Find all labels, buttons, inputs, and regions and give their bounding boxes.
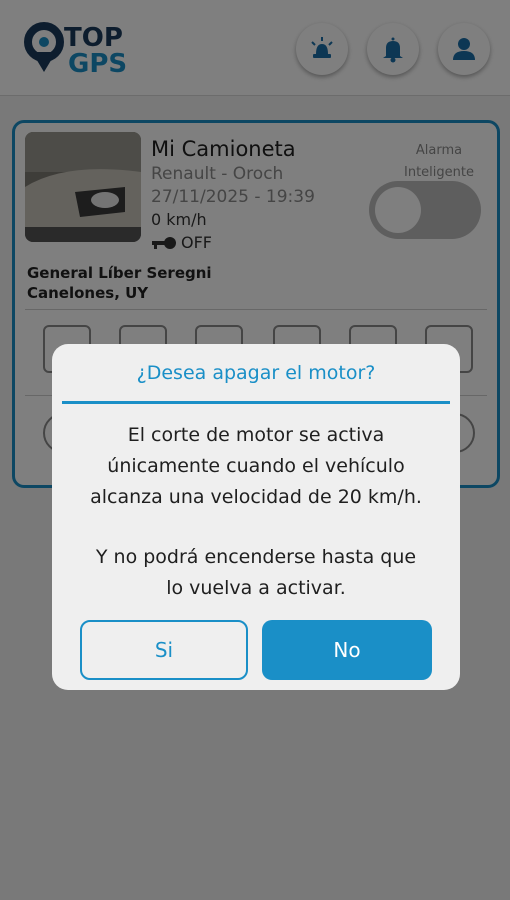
confirm-yes-button[interactable]: Si: [80, 620, 248, 680]
dialog-note: Y no podrá encenderse hasta que lo vuelv…: [95, 546, 417, 599]
confirm-no-button[interactable]: No: [262, 620, 432, 680]
dialog-message: El corte de motor se activa únicamente c…: [90, 424, 422, 508]
dialog-title: ¿Desea apagar el motor?: [136, 362, 376, 384]
dialog-divider: [62, 401, 450, 404]
engine-cut-dialog: ¿Desea apagar el motor? El corte de moto…: [52, 344, 460, 690]
